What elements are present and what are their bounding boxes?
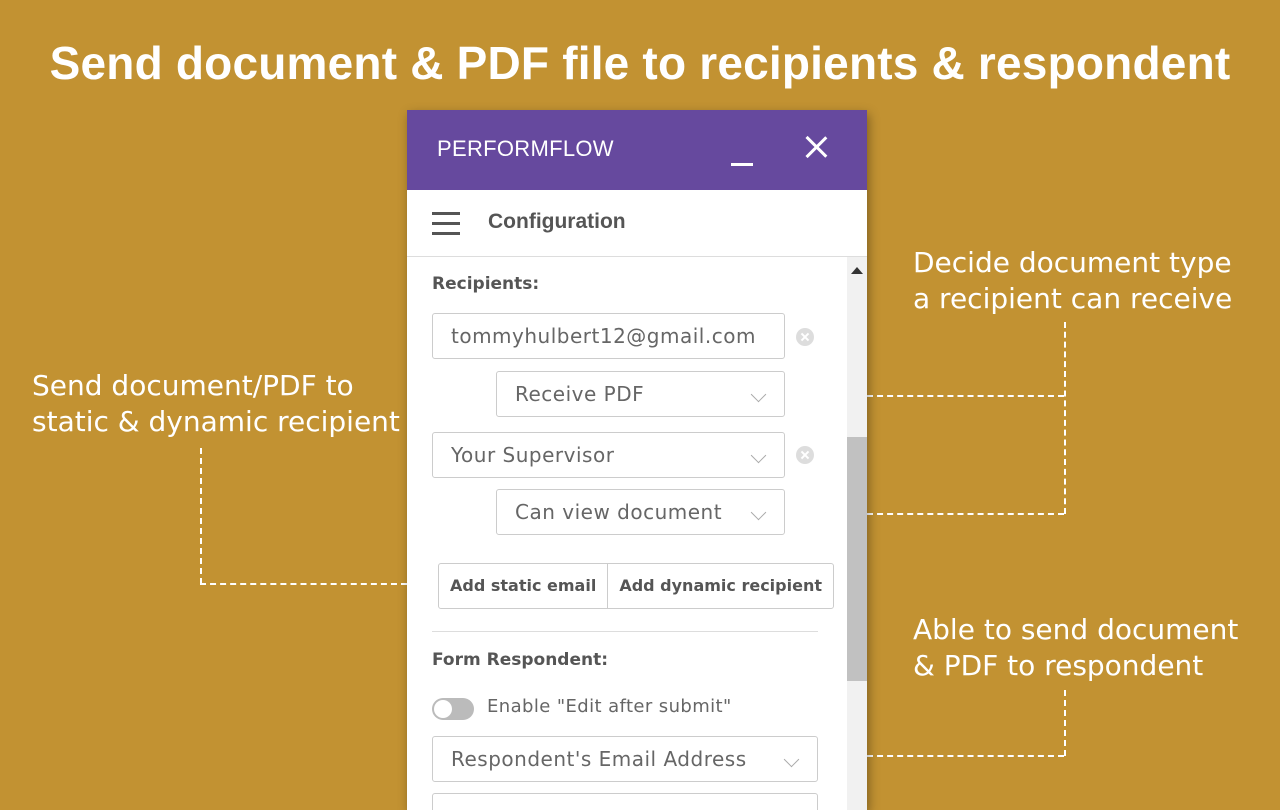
scrollbar[interactable] [847, 257, 867, 810]
connector-line [867, 513, 1064, 515]
connector-line [1064, 690, 1066, 756]
hamburger-menu-icon[interactable] [432, 212, 462, 236]
chevron-down-icon [783, 751, 800, 768]
callout-document-type: Decide document type a recipient can rec… [913, 245, 1232, 317]
add-dynamic-recipient-button[interactable]: Add dynamic recipient [607, 564, 833, 608]
chevron-down-icon [750, 447, 767, 464]
edit-after-submit-label: Enable "Edit after submit" [487, 696, 732, 717]
connector-line [200, 448, 202, 584]
chevron-down-icon [750, 386, 767, 403]
add-recipient-buttons: Add static email Add dynamic recipient [438, 563, 834, 609]
respondent-additional-select[interactable] [432, 793, 818, 810]
page-title: Configuration [488, 210, 626, 233]
callout-recipients-types: Send document/PDF to static & dynamic re… [32, 368, 400, 440]
connector-line [1064, 322, 1066, 514]
callout-respondent: Able to send document & PDF to responden… [913, 612, 1238, 684]
section-divider [432, 631, 818, 632]
connector-line [200, 583, 407, 585]
dynamic-recipient-value: Your Supervisor [451, 443, 615, 467]
recipients-label: Recipients: [432, 274, 540, 294]
callout-line: static & dynamic recipient [32, 405, 400, 438]
callout-line: Send document/PDF to [32, 369, 354, 402]
recipient-permission-value: Receive PDF [515, 382, 645, 406]
remove-recipient-icon[interactable] [796, 328, 814, 346]
dynamic-recipient-select[interactable]: Your Supervisor [432, 432, 785, 478]
title-bar: PERFORMFLOW [407, 110, 867, 190]
chevron-down-icon [750, 504, 767, 521]
scrollbar-thumb[interactable] [847, 437, 867, 681]
app-title: PERFORMFLOW [437, 136, 614, 161]
close-icon[interactable] [803, 134, 829, 160]
connector-line [867, 395, 1064, 397]
connector-line [867, 755, 1064, 757]
edit-after-submit-toggle[interactable] [432, 698, 474, 720]
respondent-email-select[interactable]: Respondent's Email Address [432, 736, 818, 782]
callout-line: Able to send document [913, 613, 1239, 646]
performflow-panel: PERFORMFLOW Configuration Recipients: to… [407, 110, 867, 810]
add-static-email-button[interactable]: Add static email [439, 564, 607, 608]
callout-line: Decide document type [913, 246, 1232, 279]
configuration-header: Configuration [407, 190, 867, 257]
configuration-content: Recipients: tommyhulbert12@gmail.com Rec… [407, 257, 847, 810]
minimize-icon[interactable] [729, 140, 755, 166]
remove-recipient-icon[interactable] [796, 446, 814, 464]
callout-line: a recipient can receive [913, 282, 1233, 315]
form-respondent-label: Form Respondent: [432, 650, 609, 670]
callout-line: & PDF to respondent [913, 649, 1204, 682]
respondent-email-value: Respondent's Email Address [451, 747, 747, 771]
recipient-permission-select[interactable]: Can view document [496, 489, 785, 535]
recipient-permission-select[interactable]: Receive PDF [496, 371, 785, 417]
recipient-email-value: tommyhulbert12@gmail.com [451, 324, 756, 348]
recipient-email-field[interactable]: tommyhulbert12@gmail.com [432, 313, 785, 359]
scroll-up-arrow-icon[interactable] [851, 267, 863, 274]
headline: Send document & PDF file to recipients &… [49, 37, 1231, 89]
recipient-permission-value: Can view document [515, 500, 723, 524]
